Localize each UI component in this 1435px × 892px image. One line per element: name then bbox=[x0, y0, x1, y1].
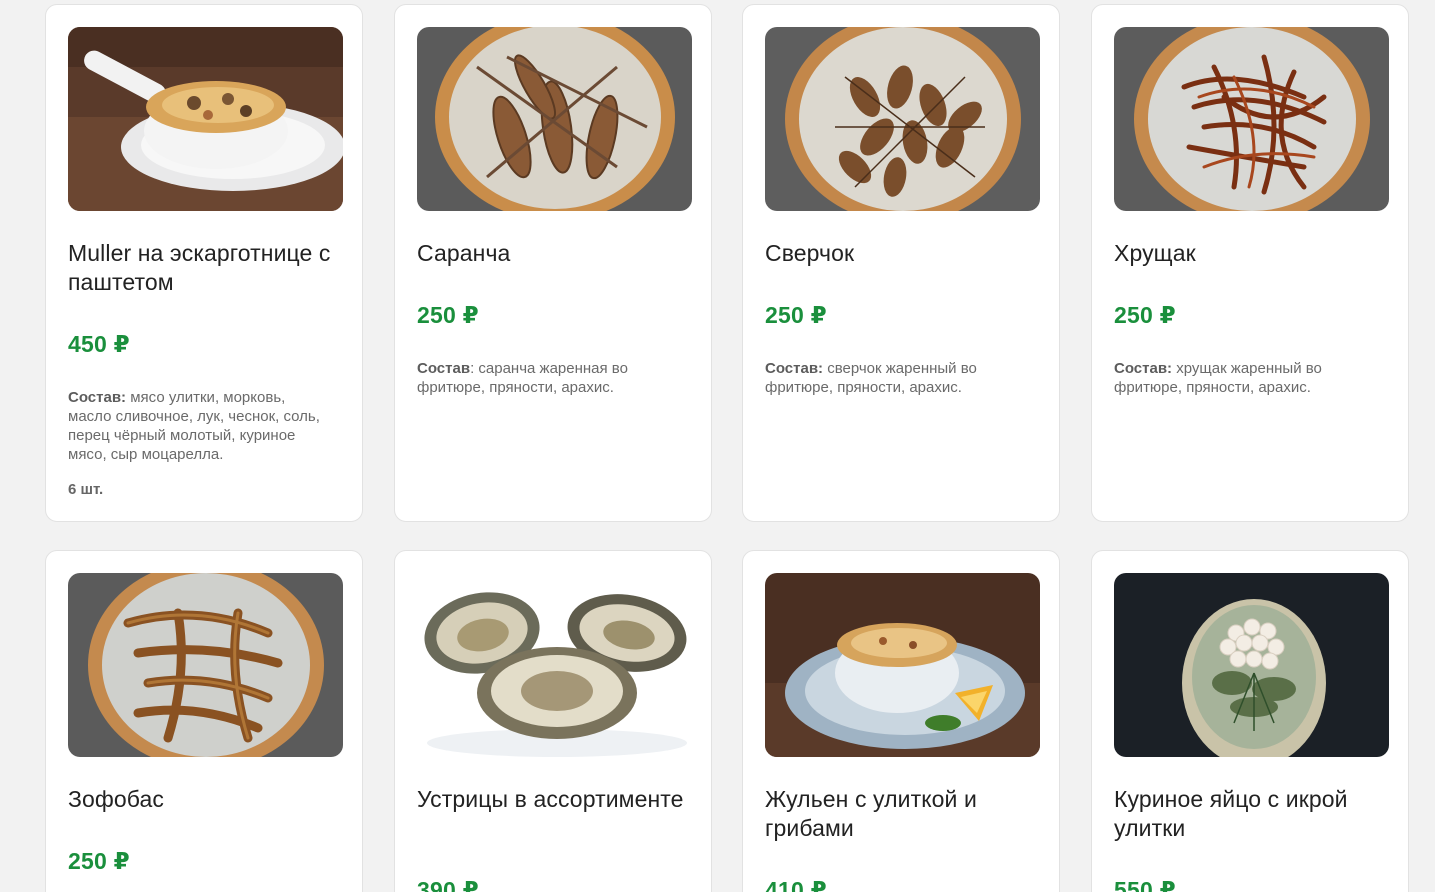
product-name[interactable]: Сверчок bbox=[765, 239, 1043, 268]
product-price: 410 ₽ bbox=[765, 877, 827, 892]
product-name[interactable]: Хрущак bbox=[1114, 239, 1392, 268]
egg-snail-caviar-photo[interactable] bbox=[1114, 573, 1389, 757]
product-price: 250 ₽ bbox=[765, 302, 827, 328]
product-name[interactable]: Устрицы в ассортименте bbox=[417, 785, 695, 814]
oysters-photo[interactable] bbox=[417, 573, 692, 757]
product-name[interactable]: Куриное яйцо с икрой улитки bbox=[1114, 785, 1392, 843]
product-price: 250 ₽ bbox=[417, 302, 479, 328]
product-card[interactable]: Muller на эскарготнице с паштетом 450 ₽ … bbox=[45, 4, 363, 522]
product-quantity: 6 шт. bbox=[68, 481, 104, 498]
composition-label: Состав bbox=[417, 360, 471, 377]
product-composition: Состав: саранча жаренная во фритюре, пря… bbox=[417, 359, 677, 397]
product-card[interactable]: Саранча 250 ₽ Состав: саранча жаренная в… bbox=[394, 4, 712, 522]
product-card[interactable]: Устрицы в ассортименте 390 ₽ bbox=[394, 550, 712, 892]
product-composition: Состав: сверчок жаренный во фритюре, пря… bbox=[765, 359, 1025, 397]
product-card[interactable]: Хрущак 250 ₽ Состав: хрущак жаренный во … bbox=[1091, 4, 1409, 522]
product-price: 250 ₽ bbox=[1114, 302, 1176, 328]
product-price: 390 ₽ bbox=[417, 877, 479, 892]
product-price: 550 ₽ bbox=[1114, 877, 1176, 892]
product-grid: Muller на эскарготнице с паштетом 450 ₽ … bbox=[0, 0, 1435, 892]
fried-cricket-photo[interactable] bbox=[765, 27, 1040, 211]
composition-label: Состав: bbox=[1114, 360, 1173, 377]
composition-label: Состав: bbox=[68, 389, 127, 406]
product-card[interactable]: Жульен с улиткой и грибами 410 ₽ bbox=[742, 550, 1060, 892]
fried-locust-photo[interactable] bbox=[417, 27, 692, 211]
composition-label: Состав: bbox=[765, 360, 824, 377]
julienne-photo[interactable] bbox=[765, 573, 1040, 757]
product-card[interactable]: Сверчок 250 ₽ Состав: сверчок жаренный в… bbox=[742, 4, 1060, 522]
product-name[interactable]: Жульен с улиткой и грибами bbox=[765, 785, 1043, 843]
product-composition: Состав: мясо улитки, морковь, масло слив… bbox=[68, 388, 328, 464]
product-card[interactable]: Куриное яйцо с икрой улитки 550 ₽ bbox=[1091, 550, 1409, 892]
product-name[interactable]: Саранча bbox=[417, 239, 695, 268]
product-price: 250 ₽ bbox=[68, 848, 130, 874]
product-price: 450 ₽ bbox=[68, 331, 130, 357]
snail-casserole-photo[interactable] bbox=[68, 27, 343, 211]
product-name[interactable]: Muller на эскарготнице с паштетом bbox=[68, 239, 346, 297]
product-card[interactable]: Зофобас 250 ₽ bbox=[45, 550, 363, 892]
fried-mealworm-photo[interactable] bbox=[1114, 27, 1389, 211]
fried-zophobas-photo[interactable] bbox=[68, 573, 343, 757]
product-composition: Состав: хрущак жаренный во фритюре, прян… bbox=[1114, 359, 1374, 397]
product-name[interactable]: Зофобас bbox=[68, 785, 346, 814]
